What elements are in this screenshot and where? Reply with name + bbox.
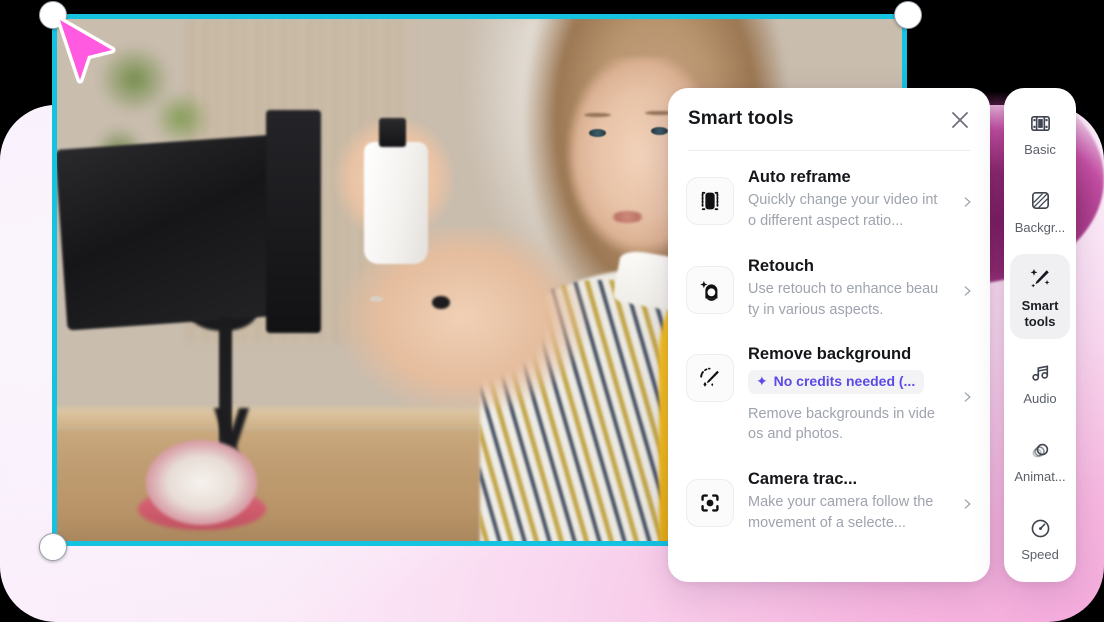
tool-list: Auto reframe Quickly change your video i… [668, 151, 990, 545]
sparkle-icon: ✦ [756, 372, 768, 389]
magic-wand-icon [686, 354, 734, 403]
tool-text: Camera trac... Make your camera follow t… [748, 469, 946, 534]
chevron-right-icon[interactable] [960, 497, 974, 511]
credits-badge-label: No credits needed (... [773, 372, 916, 389]
rail-label: Backgr... [1014, 219, 1066, 235]
tool-row-retouch[interactable]: Retouch Use retouch to enhance beauty in… [668, 244, 990, 333]
tool-name: Retouch [748, 256, 814, 275]
background-icon [1010, 187, 1070, 215]
rail-label: Audio [1023, 391, 1057, 407]
rail-item-basic[interactable]: Basic [1010, 98, 1070, 168]
rail-item-speed[interactable]: Speed [1010, 503, 1070, 573]
selection-handle-top-right[interactable] [894, 1, 922, 29]
tool-name: Camera trac... [748, 469, 858, 488]
credits-badge: ✦ No credits needed (... [748, 369, 925, 394]
tool-text: Remove background ✦ No credits needed (.… [748, 344, 946, 445]
rail-label: Animat... [1014, 469, 1066, 485]
speedometer-icon [1010, 514, 1070, 542]
tool-row-auto-reframe[interactable]: Auto reframe Quickly change your video i… [668, 155, 990, 244]
close-icon[interactable] [948, 108, 972, 132]
auto-reframe-icon [686, 177, 734, 225]
camera-tracking-icon [686, 478, 734, 527]
rail-item-smart-tools[interactable]: Smart tools [1010, 253, 1070, 340]
film-strip-icon [1010, 109, 1070, 137]
tool-rail: Basic Backgr... Smart tools Audio Animat… [1004, 88, 1076, 582]
chevron-right-icon[interactable] [960, 284, 974, 298]
app-stage: Smart tools Auto reframe Quickly change … [0, 0, 1104, 622]
tool-text: Auto reframe Quickly change your video i… [748, 167, 946, 232]
rail-item-background[interactable]: Backgr... [1010, 176, 1070, 246]
rail-label: Basic [1024, 142, 1056, 157]
smart-tools-panel: Smart tools Auto reframe Quickly change … [668, 88, 990, 582]
tool-description: Make your camera follow the movement of … [748, 494, 934, 531]
music-note-icon [1010, 358, 1070, 386]
chevron-right-icon[interactable] [960, 390, 974, 404]
panel-title: Smart tools [688, 108, 794, 129]
tool-name: Auto reframe [748, 168, 851, 186]
animation-icon [1010, 436, 1070, 464]
tool-text: Retouch Use retouch to enhance beauty in… [748, 256, 946, 321]
retouch-icon [686, 265, 734, 314]
mouse-cursor [56, 16, 116, 84]
rail-item-audio[interactable]: Audio [1010, 347, 1070, 417]
tool-description: Remove backgrounds in videos and photos. [748, 405, 935, 443]
rail-label: Smart tools [1021, 297, 1059, 329]
tool-row-remove-background[interactable]: Remove background ✦ No credits needed (.… [668, 332, 990, 457]
rail-item-animation[interactable]: Animat... [1010, 425, 1070, 495]
tool-description: Use retouch to enhance beauty in various… [748, 281, 939, 318]
tool-description: Quickly change your video into different… [748, 192, 938, 230]
chevron-right-icon[interactable] [960, 195, 974, 209]
magic-wand-icon [1010, 265, 1070, 293]
panel-header: Smart tools [668, 88, 990, 150]
tool-row-camera-tracking[interactable]: Camera trac... Make your camera follow t… [668, 457, 990, 546]
rail-label: Speed [1021, 547, 1059, 563]
selection-handle-bottom-left[interactable] [39, 533, 67, 561]
tool-name: Remove background [748, 345, 912, 364]
